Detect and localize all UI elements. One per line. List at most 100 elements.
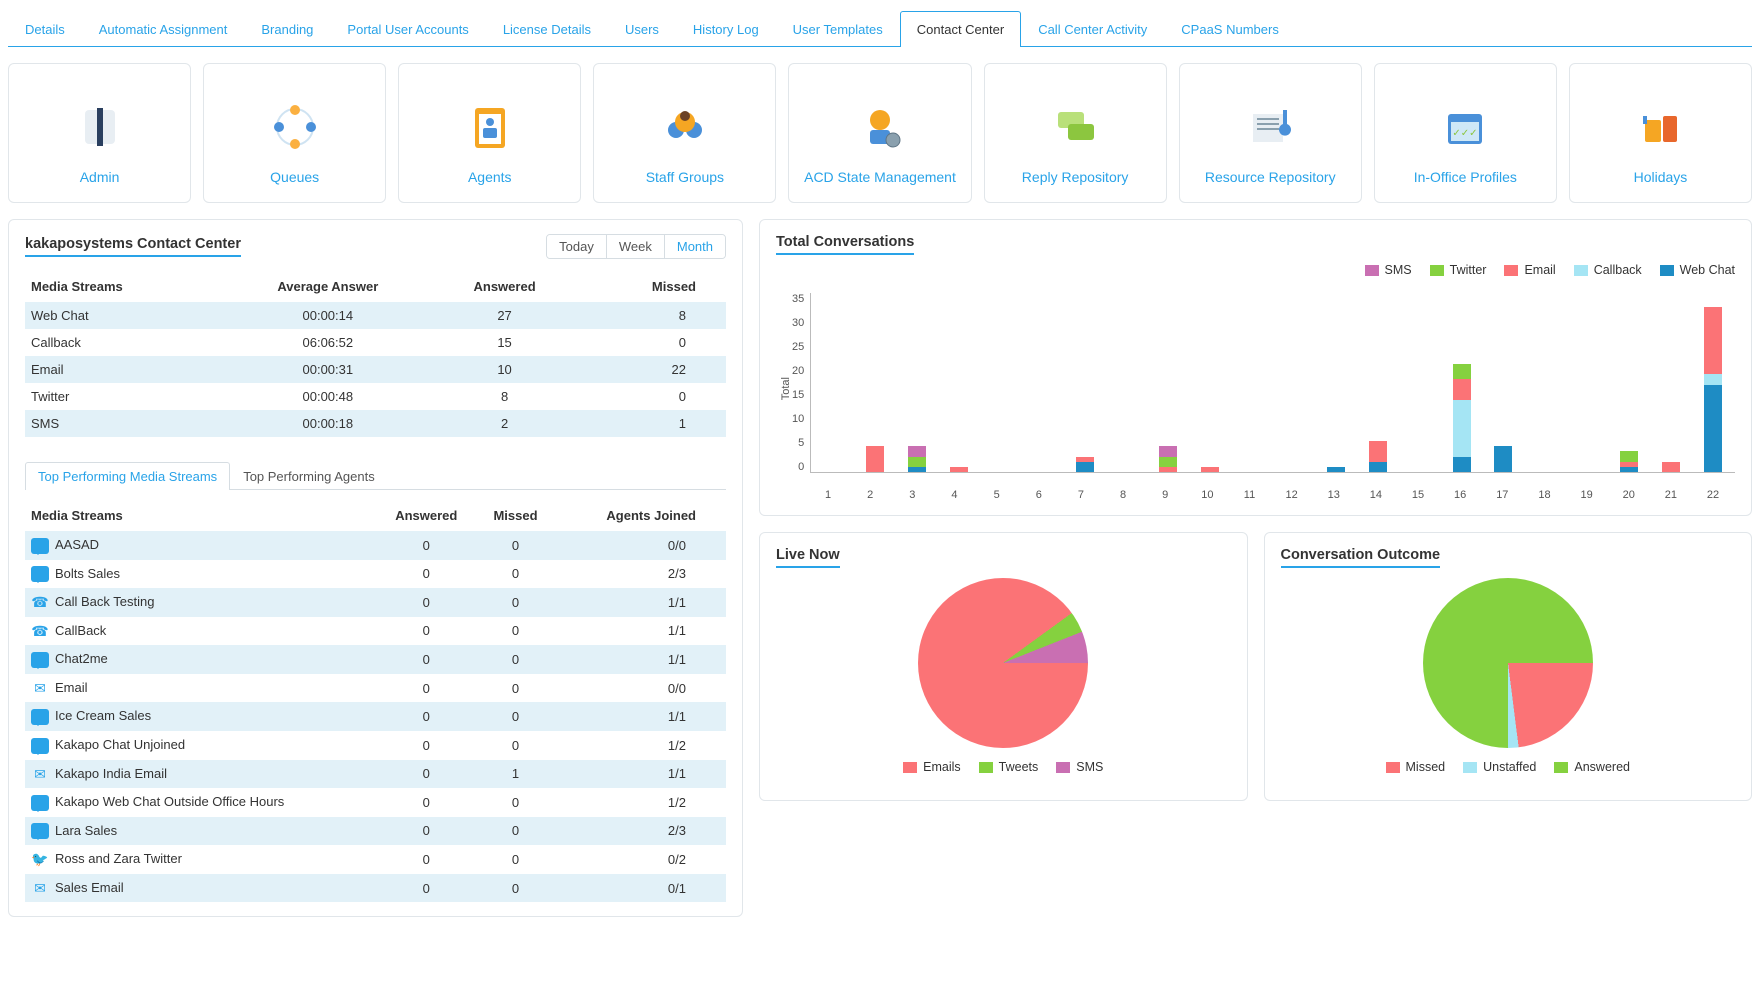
y-tick: 35 xyxy=(792,293,804,305)
in-office-icon: ✓✓✓ xyxy=(1436,99,1494,155)
total-conversations-panel: Total Conversations SMSTwitterEmailCallb… xyxy=(759,219,1752,516)
bar xyxy=(1108,293,1144,472)
top-tab-license-details[interactable]: License Details xyxy=(486,11,608,47)
bar-segment xyxy=(1369,441,1387,462)
swatch-icon xyxy=(1504,265,1518,276)
top-tab-details[interactable]: Details xyxy=(8,11,82,47)
bar xyxy=(1695,293,1731,472)
cell-answered: 8 xyxy=(435,383,575,410)
top-tab-automatic-assignment[interactable]: Automatic Assignment xyxy=(82,11,245,47)
phone-icon: ☎ xyxy=(31,623,49,639)
bar-segment xyxy=(1369,462,1387,472)
y-tick: 5 xyxy=(798,437,804,449)
top-tab-call-center-activity[interactable]: Call Center Activity xyxy=(1021,11,1164,47)
cell-name: ✉Email xyxy=(25,674,376,703)
cell-answered: 0 xyxy=(376,588,478,617)
tile-label: Holidays xyxy=(1634,169,1688,186)
cell-answered: 0 xyxy=(376,788,478,817)
cell-missed: 8 xyxy=(575,302,726,329)
phone-icon: ☎ xyxy=(31,595,49,611)
queues-icon xyxy=(266,99,324,155)
tile-acd-state[interactable]: ACD State Management xyxy=(788,63,971,203)
top-tab-portal-user-accounts[interactable]: Portal User Accounts xyxy=(330,11,485,47)
x-tick: 11 xyxy=(1231,489,1267,501)
tile-admin[interactable]: Admin xyxy=(8,63,191,203)
range-week[interactable]: Week xyxy=(606,235,664,258)
bar xyxy=(1569,293,1605,472)
top-tab-users[interactable]: Users xyxy=(608,11,676,47)
bar-segment xyxy=(1453,457,1471,472)
cell-missed: 22 xyxy=(575,356,726,383)
total-conversations-legend: SMSTwitterEmailCallbackWeb Chat xyxy=(776,263,1735,277)
tile-holidays[interactable]: Holidays xyxy=(1569,63,1752,203)
media-streams-summary-table: Media StreamsAverage AnswerAnsweredMisse… xyxy=(25,271,726,437)
legend-item: Answered xyxy=(1554,760,1630,774)
cell-name: Ice Cream Sales xyxy=(25,702,376,731)
tile-reply-repo[interactable]: Reply Repository xyxy=(984,63,1167,203)
svg-text:✓✓✓: ✓✓✓ xyxy=(1453,128,1478,139)
bar xyxy=(1067,293,1103,472)
table-row: ✉Email 0 0 0/0 xyxy=(25,674,726,703)
bar xyxy=(983,293,1019,472)
tile-in-office[interactable]: ✓✓✓ In-Office Profiles xyxy=(1374,63,1557,203)
cell-answered: 0 xyxy=(376,874,478,903)
bar xyxy=(1025,293,1061,472)
tile-label: ACD State Management xyxy=(804,169,956,186)
cell-name: ☎CallBack xyxy=(25,617,376,646)
summary-panel: kakaposystems Contact Center TodayWeekMo… xyxy=(8,219,743,917)
table-row: 🐦Ross and Zara Twitter 0 0 0/2 xyxy=(25,845,726,874)
legend-label: Web Chat xyxy=(1680,263,1735,277)
range-today[interactable]: Today xyxy=(547,235,606,258)
bar xyxy=(1611,293,1647,472)
y-tick: 25 xyxy=(792,341,804,353)
cell-answered: 0 xyxy=(376,731,478,760)
top-tab-user-templates[interactable]: User Templates xyxy=(776,11,900,47)
tile-agents[interactable]: Agents xyxy=(398,63,581,203)
cell-name: AASAD xyxy=(25,531,376,560)
swatch-icon xyxy=(1430,265,1444,276)
legend-item: Web Chat xyxy=(1660,263,1735,277)
range-month[interactable]: Month xyxy=(664,235,725,258)
tile-label: In-Office Profiles xyxy=(1414,169,1517,186)
cell-name: Email xyxy=(25,356,221,383)
agents-icon xyxy=(461,99,519,155)
legend-item: SMS xyxy=(1056,760,1103,774)
bar-segment xyxy=(1704,385,1722,472)
x-tick: 16 xyxy=(1442,489,1478,501)
bar-segment xyxy=(950,467,968,472)
cell-answered: 0 xyxy=(376,760,478,789)
top-tab-contact-center[interactable]: Contact Center xyxy=(900,11,1021,47)
sub-tabs: Top Performing Media StreamsTop Performi… xyxy=(25,461,726,902)
bar-segment xyxy=(1453,364,1471,379)
cell-missed: 1 xyxy=(575,410,726,437)
tile-resource-repo[interactable]: Resource Repository xyxy=(1179,63,1362,203)
reply-repo-icon xyxy=(1046,99,1104,155)
sub-tab-top-performing-media-streams[interactable]: Top Performing Media Streams xyxy=(25,462,230,490)
bar xyxy=(941,293,977,472)
top-tab-history-log[interactable]: History Log xyxy=(676,11,776,47)
bar-plot xyxy=(810,293,1735,473)
sub-tab-top-performing-agents[interactable]: Top Performing Agents xyxy=(230,462,388,490)
cell-missed: 0 xyxy=(477,617,554,646)
x-tick: 18 xyxy=(1526,489,1562,501)
chat-icon xyxy=(31,652,49,668)
table-row: ✉Kakapo India Email 0 1 1/1 xyxy=(25,760,726,789)
table-row: Ice Cream Sales 0 0 1/1 xyxy=(25,702,726,731)
col-header: Missed xyxy=(575,271,726,302)
cell-answered: 0 xyxy=(376,817,478,846)
tile-staff-groups[interactable]: Staff Groups xyxy=(593,63,776,203)
bar-segment xyxy=(908,457,926,467)
bar xyxy=(1444,293,1480,472)
cell-name: ✉Kakapo India Email xyxy=(25,760,376,789)
live-now-title: Live Now xyxy=(776,547,840,568)
y-tick: 20 xyxy=(792,365,804,377)
legend-label: Email xyxy=(1524,263,1555,277)
bar xyxy=(1276,293,1312,472)
x-tick: 19 xyxy=(1569,489,1605,501)
tile-queues[interactable]: Queues xyxy=(203,63,386,203)
top-tab-branding[interactable]: Branding xyxy=(244,11,330,47)
swatch-icon xyxy=(1463,762,1477,773)
table-row: Twitter 00:00:48 8 0 xyxy=(25,383,726,410)
cell-missed: 0 xyxy=(477,674,554,703)
top-tab-cpaas-numbers[interactable]: CPaaS Numbers xyxy=(1164,11,1296,47)
